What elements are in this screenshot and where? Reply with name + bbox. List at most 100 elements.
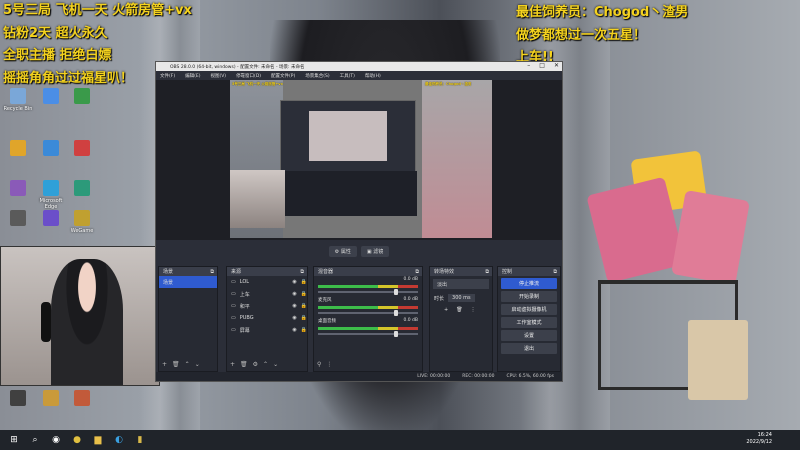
sources-footer: + 🗑 ⚙ ⌃ ⌄	[230, 361, 278, 368]
scene-item[interactable]: 场景	[159, 276, 217, 288]
start-recording-button[interactable]: 开始录制	[501, 291, 557, 302]
menu-item[interactable]: 停靠窗口(D)	[236, 73, 261, 79]
search-icon[interactable]: ⌕	[28, 433, 42, 447]
link-icon[interactable]: ⚲	[317, 361, 321, 368]
menu-item[interactable]: 视图(V)	[210, 73, 226, 79]
windows-start-icon[interactable]: ⊞	[7, 433, 21, 447]
nested-obs-docks	[281, 171, 417, 216]
menu-item[interactable]: 配置文件(P)	[271, 73, 295, 79]
edge-icon[interactable]: ◐	[112, 433, 126, 447]
add-icon[interactable]: +	[444, 307, 448, 313]
down-icon[interactable]: ⌄	[273, 361, 278, 368]
lock-icon[interactable]: 🔒	[301, 291, 307, 297]
desktop-icon[interactable]	[2, 390, 34, 408]
visibility-icon[interactable]: ◉	[292, 291, 296, 297]
clock-date: 2022/9/12	[746, 439, 772, 445]
desktop-icon[interactable]	[35, 140, 67, 158]
volume-slider[interactable]	[318, 289, 418, 295]
add-icon[interactable]: +	[230, 361, 235, 368]
desktop-icon[interactable]: WeGame	[66, 210, 98, 234]
more-icon[interactable]: ⋮	[326, 361, 332, 368]
undock-icon[interactable]: ⧉	[485, 269, 489, 275]
visibility-icon[interactable]: ◉	[292, 327, 296, 333]
studio-mode-button[interactable]: 工作室模式	[501, 317, 557, 328]
desktop-icon[interactable]	[35, 210, 67, 228]
menu-item[interactable]: 文件(F)	[160, 73, 175, 79]
stop-streaming-button[interactable]: 停止推流	[501, 278, 557, 289]
close-icon[interactable]: ✕	[554, 62, 559, 69]
virtual-camera-button[interactable]: 启动虚拟摄像机	[501, 304, 557, 315]
desktop-icon[interactable]	[2, 180, 34, 198]
lock-icon[interactable]: 🔒	[301, 315, 307, 321]
source-type-icon: ▭	[231, 279, 236, 285]
source-item[interactable]: ▭ LOL ◉ 🔒	[227, 276, 307, 288]
properties-button[interactable]: ⚙ 属性	[328, 245, 357, 257]
desktop-icon[interactable]	[2, 140, 34, 158]
system-tray-clock[interactable]: 16:24 2022/9/12	[746, 432, 772, 446]
app-icon	[10, 88, 26, 104]
remove-icon[interactable]: 🗑	[240, 361, 248, 368]
desktop-icon[interactable]: Microsoft Edge	[35, 180, 67, 210]
up-icon[interactable]: ⌃	[263, 361, 268, 368]
menu-item[interactable]: 编辑(E)	[185, 73, 200, 79]
undock-icon[interactable]: ⧉	[415, 269, 419, 275]
volume-slider-handle[interactable]	[394, 289, 398, 295]
lock-icon[interactable]: 🔒	[301, 279, 307, 285]
visibility-icon[interactable]: ◉	[292, 315, 296, 321]
menu-item[interactable]: 工具(T)	[340, 73, 355, 79]
app-icon	[74, 390, 90, 406]
desktop-icon[interactable]: Recycle Bin	[2, 88, 34, 112]
minimize-icon[interactable]: –	[527, 62, 530, 69]
desktop-icon[interactable]	[35, 390, 67, 408]
file-explorer-icon[interactable]: ▆	[91, 433, 105, 447]
lock-icon[interactable]: 🔒	[301, 327, 307, 333]
down-icon[interactable]: ⌄	[195, 361, 200, 368]
volume-slider-handle[interactable]	[394, 310, 398, 316]
app-icon	[43, 390, 59, 406]
source-item[interactable]: ▭ 屏幕 ◉ 🔒	[227, 324, 307, 336]
undock-icon[interactable]: ⧉	[553, 269, 557, 275]
up-icon[interactable]: ⌃	[185, 361, 190, 368]
desktop-icon[interactable]	[66, 140, 98, 158]
settings-button[interactable]: 设置	[501, 330, 557, 341]
source-item[interactable]: ▭ PUBG ◉ 🔒	[227, 312, 307, 324]
obs-preview[interactable]: 5号三局 飞机一天 火箭房管+vx 最佳饲养员：Chogod丶渣男	[156, 80, 562, 240]
chrome-icon[interactable]: ●	[70, 433, 84, 447]
source-item[interactable]: ▭ 和平 ◉ 🔒	[227, 300, 307, 312]
volume-slider[interactable]	[318, 310, 418, 316]
volume-slider-handle[interactable]	[394, 331, 398, 337]
remove-icon[interactable]: 🗑	[172, 361, 180, 368]
more-icon[interactable]: ⋮	[471, 307, 476, 313]
mixer-footer: ⚲ ⋮	[317, 361, 332, 368]
desktop-icon[interactable]	[66, 390, 98, 408]
remove-icon[interactable]: 🗑	[456, 307, 462, 313]
duration-input[interactable]: 300 ms	[448, 294, 475, 302]
desktop-icon[interactable]	[2, 210, 34, 228]
lock-icon[interactable]: 🔒	[301, 303, 307, 309]
visibility-icon[interactable]: ◉	[292, 279, 296, 285]
desktop-icon[interactable]	[66, 180, 98, 198]
transition-select[interactable]: 淡出	[433, 279, 489, 289]
gear-icon[interactable]: ⚙	[253, 361, 258, 368]
exit-button[interactable]: 退出	[501, 343, 557, 354]
visibility-icon[interactable]: ◉	[292, 303, 296, 309]
maximize-icon[interactable]: □	[539, 62, 545, 69]
undock-icon[interactable]: ⧉	[210, 269, 214, 275]
source-type-icon: ▭	[231, 327, 236, 333]
menu-item[interactable]: 帮助(H)	[365, 73, 381, 79]
filters-button[interactable]: ▣ 滤镜	[360, 245, 390, 257]
app-icon[interactable]: ▮	[133, 433, 147, 447]
obs-titlebar[interactable]: OBS 28.0.0 (64-bit, windows) - 配置文件: 未命名…	[156, 62, 562, 71]
desktop-icon[interactable]	[35, 88, 67, 106]
app-icon	[10, 180, 26, 196]
volume-slider[interactable]	[318, 331, 418, 337]
add-icon[interactable]: +	[162, 361, 167, 368]
undock-icon[interactable]: ⧉	[300, 269, 304, 275]
obs-window[interactable]: OBS 28.0.0 (64-bit, windows) - 配置文件: 未命名…	[155, 61, 563, 382]
menu-item[interactable]: 场景集合(S)	[305, 73, 329, 79]
source-item[interactable]: ▭ 上车 ◉ 🔒	[227, 288, 307, 300]
overlay-left-line-1: 5号三局 飞机一天 火箭房管+vx	[3, 3, 192, 18]
obs-taskbar-icon[interactable]: ◉	[49, 433, 63, 447]
preview-controls: ⚙ 属性 ▣ 滤镜	[156, 243, 562, 259]
desktop-icon[interactable]	[66, 88, 98, 106]
